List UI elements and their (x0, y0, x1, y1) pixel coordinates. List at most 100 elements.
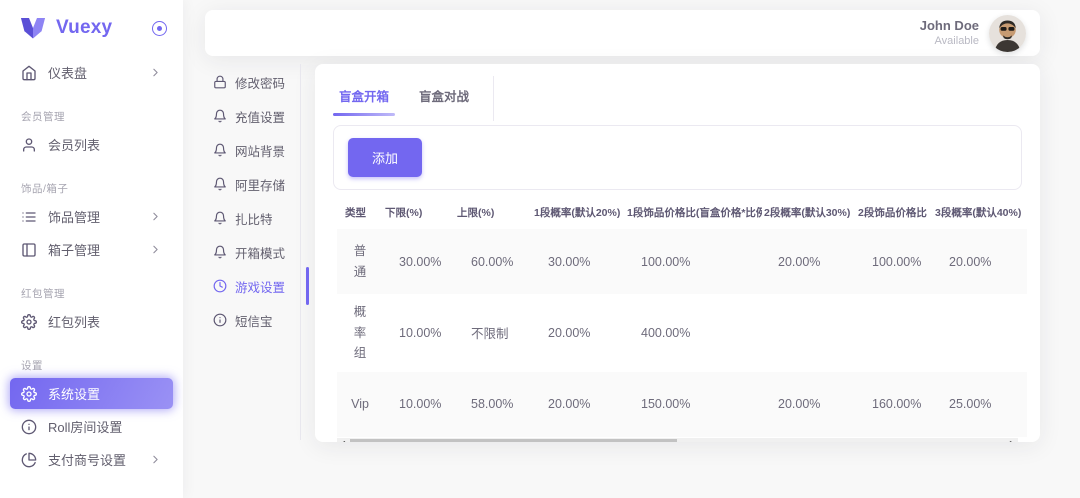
info-icon (213, 313, 227, 327)
info-icon (21, 419, 37, 435)
chevron-right-icon (149, 210, 162, 223)
chevron-right-icon (149, 66, 162, 79)
sidebar-item-label: 会员列表 (48, 135, 162, 154)
sidebar-nav: 仪表盘会员管理会员列表饰品/箱子饰品管理箱子管理红包管理红包列表设置系统设置Ro… (0, 49, 183, 498)
table-cell: 20.00% (762, 229, 856, 294)
bell-icon (213, 109, 227, 123)
tab-inactive[interactable]: 盲盒对战 (413, 76, 475, 121)
avatar[interactable] (989, 15, 1026, 52)
pie-chart-icon (21, 452, 37, 468)
table-header-cell: 上限(%) (455, 196, 532, 229)
settings-table: 类型下限(%)上限(%)1段概率(默认20%)1段饰品价格比(盲盒价格*比例)2… (337, 196, 1027, 437)
sidebar-item-link[interactable]: 饰品管理 (10, 201, 173, 232)
settings-table-wrap: 类型下限(%)上限(%)1段概率(默认20%)1段饰品价格比(盲盒价格*比例)2… (337, 196, 1018, 437)
clock-icon (213, 279, 227, 293)
table-header-cell: 下限(%) (383, 196, 455, 229)
user-menu[interactable]: John Doe Available (920, 15, 1026, 52)
settings-menu-item[interactable]: 开箱模式 (213, 242, 300, 262)
menu-pin-toggle-icon[interactable] (152, 21, 167, 36)
sidebar-item-label: 系统设置 (48, 384, 162, 403)
table-header-cell: 2段概率(默认30%) (762, 196, 856, 229)
settings-menu-item-label: 阿里存储 (235, 175, 285, 194)
table-row: 普通30.00%60.00%30.00%100.00%20.00%100.00%… (337, 229, 1027, 294)
table-cell (933, 294, 1027, 372)
settings-menu-item[interactable]: 网站背景 (213, 140, 300, 160)
table-cell: 150.00% (625, 372, 762, 437)
table-cell: 10.00% (383, 294, 455, 372)
sidebar-item-label: 仪表盘 (48, 63, 149, 82)
table-cell: 20.00% (762, 372, 856, 437)
sidebar-item-label: 红包列表 (48, 312, 162, 331)
sidebar-item-link[interactable]: 支付商号设置 (10, 444, 173, 475)
sidebar-item-link[interactable]: 红包列表 (10, 306, 173, 337)
lock-icon (213, 75, 227, 89)
settings-menu-item[interactable]: 游戏设置 (213, 276, 300, 296)
add-button[interactable]: 添加 (348, 138, 422, 177)
table-cell: 20.00% (532, 294, 625, 372)
scrollbar-thumb[interactable] (350, 439, 677, 442)
settings-menu-item[interactable]: 扎比特 (213, 208, 300, 228)
settings-menu-item[interactable]: 修改密码 (213, 72, 300, 92)
table-cell: 30.00% (532, 229, 625, 294)
tab-active[interactable]: 盲盒开箱 (333, 76, 395, 121)
table-cell: 20.00% (532, 372, 625, 437)
list-icon (21, 209, 37, 225)
brand-name: Vuexy (56, 17, 152, 39)
sidebar-item-label: 支付商号设置 (48, 450, 149, 469)
chevron-right-icon (149, 243, 162, 256)
user-name: John Doe (920, 18, 979, 34)
settings-menu: 修改密码充值设置网站背景阿里存储扎比特开箱模式游戏设置短信宝 (205, 64, 301, 440)
horizontal-scrollbar[interactable]: ◄ ► (337, 438, 1018, 442)
table-row: Vip10.00%58.00%20.00%150.00%20.00%160.00… (337, 372, 1027, 437)
table-cell: 20.00% (933, 229, 1027, 294)
sidebar-item-link[interactable]: 仪表盘 (10, 57, 173, 88)
settings-menu-item[interactable]: 短信宝 (213, 310, 300, 330)
sidebar-item-link[interactable]: 会员列表 (10, 129, 173, 160)
table-header-cell: 1段饰品价格比(盲盒价格*比例) (625, 196, 762, 229)
box-icon (21, 242, 37, 258)
gear-icon (21, 386, 37, 402)
table-body: 普通30.00%60.00%30.00%100.00%20.00%100.00%… (337, 229, 1027, 437)
settings-menu-item-label: 游戏设置 (235, 277, 285, 296)
table-cell: 不限制 (455, 294, 532, 372)
table-cell: 160.00% (856, 372, 933, 437)
user-texts: John Doe Available (920, 18, 979, 47)
sidebar-item-label: 箱子管理 (48, 240, 149, 259)
table-cell: Vip (337, 372, 383, 437)
app-root: Vuexy 仪表盘会员管理会员列表饰品/箱子饰品管理箱子管理红包管理红包列表设置… (0, 0, 1080, 498)
table-cell: 10.00% (383, 372, 455, 437)
home-icon (21, 65, 37, 81)
sidebar-section-label: 设置 (10, 358, 173, 373)
sidebar-section-label: 饰品/箱子 (10, 181, 173, 196)
sidebar-section-label: 红包管理 (10, 286, 173, 301)
scroll-left-arrow-icon[interactable]: ◄ (337, 438, 349, 442)
table-cell (856, 294, 933, 372)
sidebar-item-link[interactable]: 箱子管理 (10, 234, 173, 265)
chevron-right-icon (149, 453, 162, 466)
tabs: 盲盒开箱盲盒对战 (333, 76, 494, 121)
user-icon (21, 137, 37, 153)
table-cell: 25.00% (933, 372, 1027, 437)
table-header-cell: 1段概率(默认20%) (532, 196, 625, 229)
sidebar-item-active[interactable]: 系统设置 (10, 378, 173, 409)
sidebar-item-link[interactable]: Roll房间设置 (10, 411, 173, 442)
table-cell: 概率组 (337, 294, 383, 372)
table-cell: 普通 (337, 229, 383, 294)
table-row: 概率组10.00%不限制20.00%400.00% (337, 294, 1027, 372)
logo-row: Vuexy (0, 0, 183, 49)
main-card: 盲盒开箱盲盒对战 添加 类型下限(%)上限(%)1段概率(默认20%)1段饰品价… (315, 64, 1040, 442)
table-cell: 400.00% (625, 294, 762, 372)
bell-icon (213, 177, 227, 191)
table-head: 类型下限(%)上限(%)1段概率(默认20%)1段饰品价格比(盲盒价格*比例)2… (337, 196, 1027, 229)
scroll-right-arrow-icon[interactable]: ► (1006, 438, 1018, 442)
header-bar: John Doe Available (205, 10, 1040, 56)
tabs-row: 盲盒开箱盲盒对战 (315, 64, 1040, 121)
table-cell: 58.00% (455, 372, 532, 437)
settings-menu-item[interactable]: 充值设置 (213, 106, 300, 126)
settings-menu-item-label: 短信宝 (235, 311, 273, 330)
table-cell: 100.00% (625, 229, 762, 294)
settings-menu-item-label: 充值设置 (235, 107, 285, 126)
vuexy-logo-icon (20, 18, 46, 39)
settings-menu-item-label: 扎比特 (235, 209, 273, 228)
settings-menu-item[interactable]: 阿里存储 (213, 174, 300, 194)
